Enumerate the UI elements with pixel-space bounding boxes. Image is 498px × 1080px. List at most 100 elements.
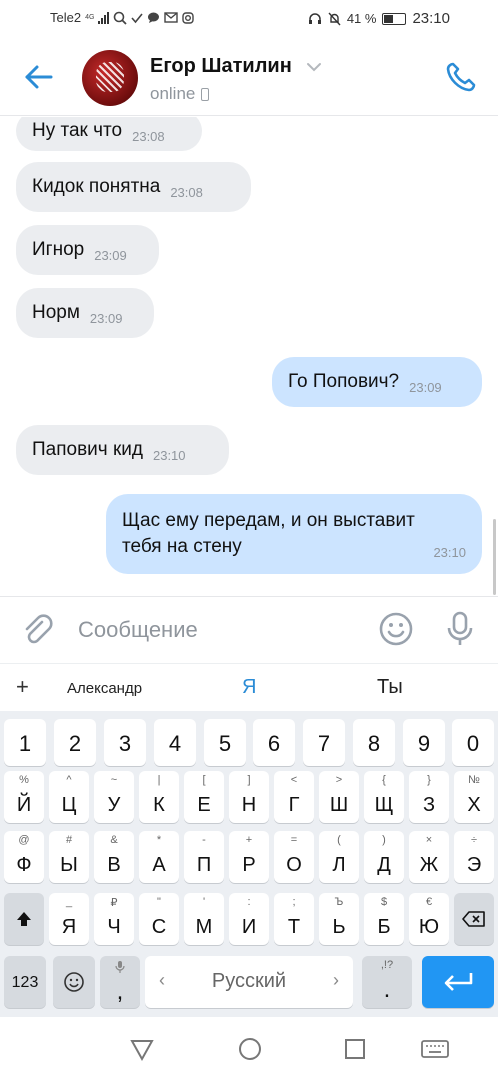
key-letter[interactable]: × Ж: [409, 831, 449, 883]
message-text-line: тебя на стену: [122, 536, 242, 557]
key-letter[interactable]: :И: [229, 893, 269, 945]
numbers-mode-key[interactable]: 123: [4, 956, 46, 1008]
message-time: 23:09: [409, 379, 442, 395]
key-letter[interactable]: & В: [94, 831, 134, 883]
key-letter[interactable]: > Ш: [319, 771, 359, 823]
message-text: Норм: [32, 302, 80, 323]
message-time: 23:09: [89, 310, 123, 326]
backspace-key[interactable]: [454, 893, 494, 945]
key-letter[interactable]: } З: [409, 771, 449, 823]
key-letter[interactable]: # Ы: [49, 831, 89, 883]
network-type-label: 4G: [85, 14, 95, 21]
message-time: 23:10: [152, 447, 186, 463]
key-letter[interactable]: * А: [139, 831, 179, 883]
period-key[interactable]: ,!? .: [362, 956, 412, 1008]
message-text: Ну так что: [32, 120, 123, 141]
contact-name[interactable]: Егор Шатилин: [150, 55, 292, 78]
suggestion-item[interactable]: Александр: [67, 680, 142, 697]
key-letter[interactable]: (Л: [319, 831, 359, 883]
keyboard: 1 2 3 4 5 6 7 8 9 0 % Й ^ Ц ~ У | К [Е ] Н < Г…: [0, 711, 498, 1017]
message-incoming[interactable]: Норм 23:09: [16, 288, 154, 338]
suggestion-strip: + Александр Я Ты: [0, 663, 498, 711]
key-letter[interactable]: ~ У: [94, 771, 134, 823]
nav-back-icon[interactable]: [128, 1035, 156, 1063]
key-letter[interactable]: [Е: [184, 771, 224, 823]
key-number[interactable]: 3: [104, 719, 146, 766]
message-text: Кидок понятна: [32, 176, 161, 197]
key-letter[interactable]: % Й: [4, 771, 44, 823]
key-letter[interactable]: + Р: [229, 831, 269, 883]
key-letter[interactable]: -П: [184, 831, 224, 883]
avatar[interactable]: [82, 50, 138, 106]
key-letter[interactable]: ] Н: [229, 771, 269, 823]
nav-recents-icon[interactable]: [341, 1035, 369, 1063]
message-text: Игнор: [32, 239, 85, 260]
shift-key[interactable]: [4, 893, 44, 945]
message-outgoing[interactable]: Го Попович? 23:09: [272, 357, 482, 407]
key-number[interactable]: 1: [4, 719, 46, 766]
comma-key[interactable]: ,: [100, 956, 140, 1008]
suggestion-item[interactable]: Я: [242, 676, 256, 699]
key-number[interactable]: 9: [403, 719, 445, 766]
status-bar: Tele2 4G 41 % 23:10: [0, 0, 498, 38]
chevron-down-icon[interactable]: [306, 62, 322, 72]
emoji-key[interactable]: [53, 956, 95, 1008]
key-letter[interactable]: | К: [139, 771, 179, 823]
message-incoming[interactable]: Кидок понятна 23:08: [16, 162, 251, 212]
key-letter[interactable]: ) Д: [364, 831, 404, 883]
key-letter[interactable]: ' М: [184, 893, 224, 945]
key-letter[interactable]: ÷ Э: [454, 831, 494, 883]
key-letter[interactable]: _ Я: [49, 893, 89, 945]
key-letter[interactable]: $ Б: [364, 893, 404, 945]
key-letter[interactable]: ₽ Ч: [94, 893, 134, 945]
message-time: 23:09: [94, 247, 127, 263]
keyboard-switch-icon[interactable]: [420, 1035, 450, 1063]
key-number[interactable]: 4: [154, 719, 196, 766]
key-letter[interactable]: ; Т: [274, 893, 314, 945]
key-letter[interactable]: ^ Ц: [49, 771, 89, 823]
clock: 23:10: [412, 10, 450, 27]
chat-notification-icon: [148, 12, 160, 23]
search-notification-icon: [114, 11, 128, 25]
message-text: Го Попович?: [288, 371, 400, 392]
paperclip-icon[interactable]: [20, 611, 56, 647]
status-right: 41 % 23:10: [308, 10, 450, 27]
mobile-device-icon: [201, 87, 210, 101]
suggestion-item[interactable]: Ты: [377, 676, 403, 699]
key-number[interactable]: 7: [303, 719, 345, 766]
message-outgoing[interactable]: Щас ему передам, и он выставит тебя на с…: [106, 494, 482, 574]
message-composer: [0, 596, 498, 662]
key-number[interactable]: 8: [353, 719, 395, 766]
key-letter[interactable]: {Щ: [364, 771, 404, 823]
instagram-notification-icon: [182, 11, 195, 24]
key-letter[interactable]: № Х: [454, 771, 494, 823]
key-letter[interactable]: ЪЬ: [319, 893, 359, 945]
space-bar[interactable]: ‹ Русский ›: [145, 956, 353, 1008]
message-list[interactable]: Ну так что 23:08 Кидок понятна 23:08 Игн…: [0, 117, 498, 595]
key-letter[interactable]: < Г: [274, 771, 314, 823]
system-nav-bar: [0, 1017, 498, 1080]
microphone-icon[interactable]: [442, 610, 478, 648]
space-language-label: Русский: [211, 970, 287, 992]
key-letter[interactable]: = О: [274, 831, 314, 883]
key-number[interactable]: 0: [452, 719, 494, 766]
key-letter[interactable]: € Ю: [409, 893, 449, 945]
key-number[interactable]: 5: [204, 719, 246, 766]
enter-key[interactable]: [422, 956, 494, 1008]
headphones-icon: [308, 13, 321, 24]
message-incoming[interactable]: Ну так что 23:08: [16, 117, 202, 151]
message-input[interactable]: [78, 615, 358, 645]
message-incoming[interactable]: Игнор 23:09: [16, 225, 159, 275]
nav-home-icon[interactable]: [236, 1035, 264, 1063]
key-number[interactable]: 6: [253, 719, 295, 766]
add-word-button[interactable]: +: [16, 674, 29, 700]
key-letter[interactable]: @ Ф: [4, 831, 44, 883]
online-status-label: online: [150, 84, 196, 103]
message-incoming[interactable]: Папович кид 23:10: [16, 425, 229, 475]
phone-call-icon[interactable]: [444, 60, 478, 94]
key-letter[interactable]: " С: [139, 893, 179, 945]
scrollbar[interactable]: [493, 519, 496, 595]
key-number[interactable]: 2: [54, 719, 96, 766]
back-arrow-icon[interactable]: [22, 60, 56, 94]
smiley-icon[interactable]: [378, 611, 414, 647]
